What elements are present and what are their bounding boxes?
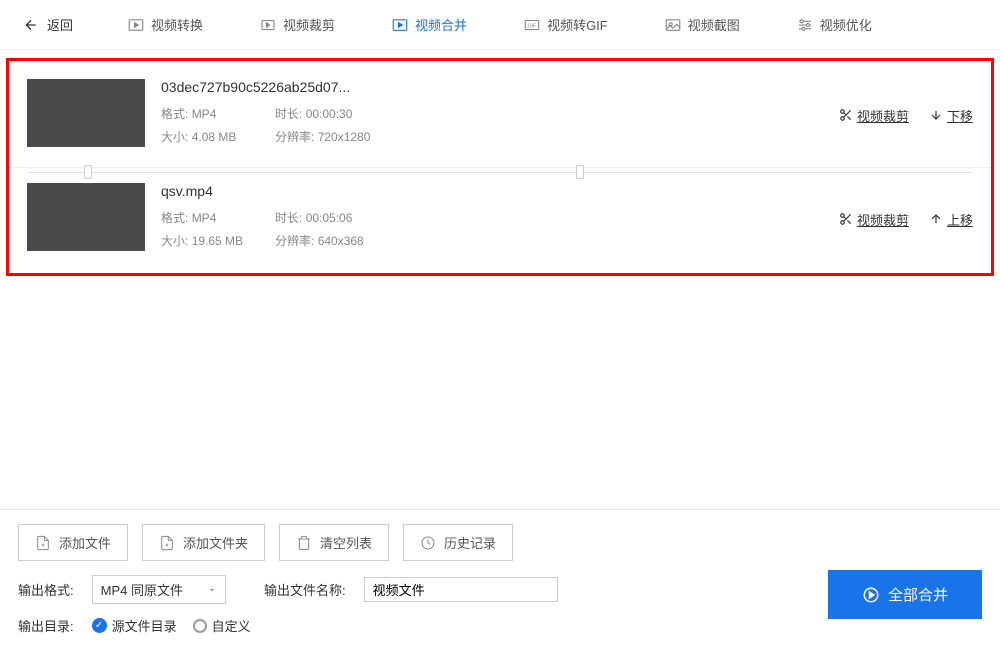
output-dir-label: 输出目录: — [18, 616, 74, 635]
history-icon — [420, 535, 436, 551]
video-thumbnail[interactable] — [27, 183, 145, 251]
chevron-down-icon — [207, 585, 217, 595]
tab-crop[interactable]: 视频裁剪 — [249, 9, 345, 40]
back-label: 返回 — [47, 15, 73, 34]
add-file-button[interactable]: 添加文件 — [18, 524, 128, 561]
convert-icon — [127, 16, 145, 34]
tab-label: 视频截图 — [688, 15, 740, 34]
tab-label: 视频合并 — [415, 15, 467, 34]
crop-action[interactable]: 视频裁剪 — [839, 106, 909, 125]
history-button[interactable]: 历史记录 — [403, 524, 513, 561]
back-button[interactable]: 返回 — [15, 11, 81, 38]
file-add-icon — [35, 535, 51, 551]
merge-all-button[interactable]: 全部合并 — [828, 570, 982, 619]
tab-gif[interactable]: GIF 视频转GIF — [513, 9, 618, 40]
tab-convert[interactable]: 视频转换 — [117, 9, 213, 40]
format-meta: 格式: MP4 — [161, 209, 251, 226]
scissors-icon — [839, 212, 853, 226]
bottom-panel: 添加文件 添加文件夹 清空列表 历史记录 输出格式: MP4 同原文件 输出文件… — [0, 509, 1000, 659]
duration-meta: 时长: 00:05:06 — [275, 209, 365, 226]
gif-icon: GIF — [523, 16, 541, 34]
folder-add-icon — [159, 535, 175, 551]
file-name: 03dec727b90c5226ab25d07... — [161, 79, 839, 95]
scissors-icon — [839, 108, 853, 122]
file-list-highlight: 03dec727b90c5226ab25d07... 格式: MP4 时长: 0… — [6, 58, 994, 276]
output-format-label: 输出格式: — [18, 580, 74, 599]
merge-icon — [391, 16, 409, 34]
optimize-icon — [796, 16, 814, 34]
arrow-up-icon — [929, 212, 943, 226]
radio-unchecked-icon — [193, 619, 207, 633]
resolution-meta: 分辨率: 720x1280 — [275, 128, 370, 145]
trash-icon — [296, 535, 312, 551]
play-icon — [862, 586, 880, 604]
file-name: qsv.mp4 — [161, 183, 839, 199]
format-meta: 格式: MP4 — [161, 105, 251, 122]
size-meta: 大小: 19.65 MB — [161, 232, 251, 249]
crop-icon — [259, 16, 277, 34]
output-filename-label: 输出文件名称: — [264, 580, 346, 599]
file-info: 03dec727b90c5226ab25d07... 格式: MP4 时长: 0… — [145, 79, 839, 151]
move-down-action[interactable]: 下移 — [929, 106, 973, 125]
size-meta: 大小: 4.08 MB — [161, 128, 251, 145]
arrow-left-icon — [23, 17, 39, 33]
clear-list-button[interactable]: 清空列表 — [279, 524, 389, 561]
tab-label: 视频转换 — [151, 15, 203, 34]
tab-optimize[interactable]: 视频优化 — [786, 9, 882, 40]
output-format-select[interactable]: MP4 同原文件 — [92, 575, 226, 604]
tab-merge[interactable]: 视频合并 — [381, 9, 477, 40]
video-thumbnail[interactable] — [27, 79, 145, 147]
duration-meta: 时长: 00:00:30 — [275, 105, 365, 122]
radio-checked-icon: ✓ — [92, 618, 107, 633]
tab-label: 视频转GIF — [547, 15, 608, 34]
resolution-meta: 分辨率: 640x368 — [275, 232, 365, 249]
file-row[interactable]: qsv.mp4 格式: MP4 时长: 00:05:06 大小: 19.65 M… — [9, 173, 991, 261]
radio-custom-dir[interactable]: 自定义 — [193, 616, 251, 635]
tab-screenshot[interactable]: 视频截图 — [654, 9, 750, 40]
radio-source-dir[interactable]: ✓ 源文件目录 — [92, 616, 177, 635]
file-row[interactable]: 03dec727b90c5226ab25d07... 格式: MP4 时长: 0… — [9, 69, 991, 168]
tab-label: 视频裁剪 — [283, 15, 335, 34]
arrow-down-icon — [929, 108, 943, 122]
output-filename-input[interactable] — [364, 577, 558, 602]
crop-action[interactable]: 视频裁剪 — [839, 210, 909, 229]
file-info: qsv.mp4 格式: MP4 时长: 00:05:06 大小: 19.65 M… — [145, 183, 839, 255]
tab-label: 视频优化 — [820, 15, 872, 34]
move-up-action[interactable]: 上移 — [929, 210, 973, 229]
screenshot-icon — [664, 16, 682, 34]
add-folder-button[interactable]: 添加文件夹 — [142, 524, 265, 561]
svg-text:GIF: GIF — [528, 23, 537, 29]
